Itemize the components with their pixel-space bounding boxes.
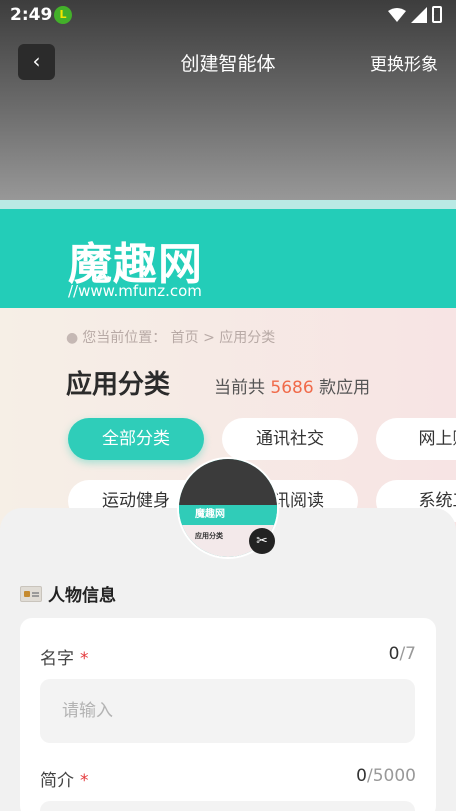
intro-counter: 0/5000 [356,766,416,786]
tab-all: 全部分类 [68,418,204,460]
location-pin-icon: ● [66,330,79,346]
section-label: 人物信息 [48,586,116,606]
notification-icon: L [54,6,72,24]
form-card: 名字 * 0/7 简介 * 0/5000 [20,618,436,811]
name-input[interactable] [40,679,415,743]
intro-label-text: 简介 [40,771,74,791]
wifi-icon [388,7,406,22]
crop-button[interactable]: ✂ [249,528,275,554]
intro-label: 简介 * [40,766,89,791]
breadcrumb: ● 您当前位置： 首页 > 应用分类 [66,327,275,347]
section-header: 人物信息 [20,581,116,606]
tab-social: 通讯社交 [222,418,358,460]
id-card-icon [20,585,42,602]
intro-input[interactable] [40,801,415,811]
app-count: 当前共 5686 款应用 [214,373,370,398]
status-bar: 2:49 L [0,0,456,30]
signal-icon [411,6,427,23]
count-number: 5686 [270,378,314,398]
site-banner: 魔趣网 //www.mfunz.com [0,200,456,308]
name-max: /7 [399,644,416,664]
count-prefix: 当前共 [214,378,265,398]
scissors-icon: ✂ [256,533,268,549]
name-label-text: 名字 [40,649,74,669]
breadcrumb-text: 您当前位置： 首页 > 应用分类 [82,330,276,346]
required-mark: * [80,649,89,669]
name-counter: 0/7 [389,644,416,664]
avatar-logo: 魔趣网 [179,505,277,525]
category-title: 应用分类 [66,364,205,401]
change-appearance-button[interactable]: 更换形象 [370,50,438,75]
required-mark: * [80,771,89,791]
tab-shopping: 网上购 [376,418,456,460]
system-icons [388,6,442,23]
site-url: //www.mfunz.com [68,282,202,300]
intro-max: /5000 [367,766,416,786]
status-time: 2:49 [10,5,53,25]
header-backdrop [0,0,456,205]
count-suffix: 款应用 [319,378,371,398]
name-count: 0 [388,644,400,664]
name-label: 名字 * [40,644,89,669]
battery-icon [432,6,442,23]
avatar-top [179,459,277,509]
intro-count: 0 [356,766,367,786]
